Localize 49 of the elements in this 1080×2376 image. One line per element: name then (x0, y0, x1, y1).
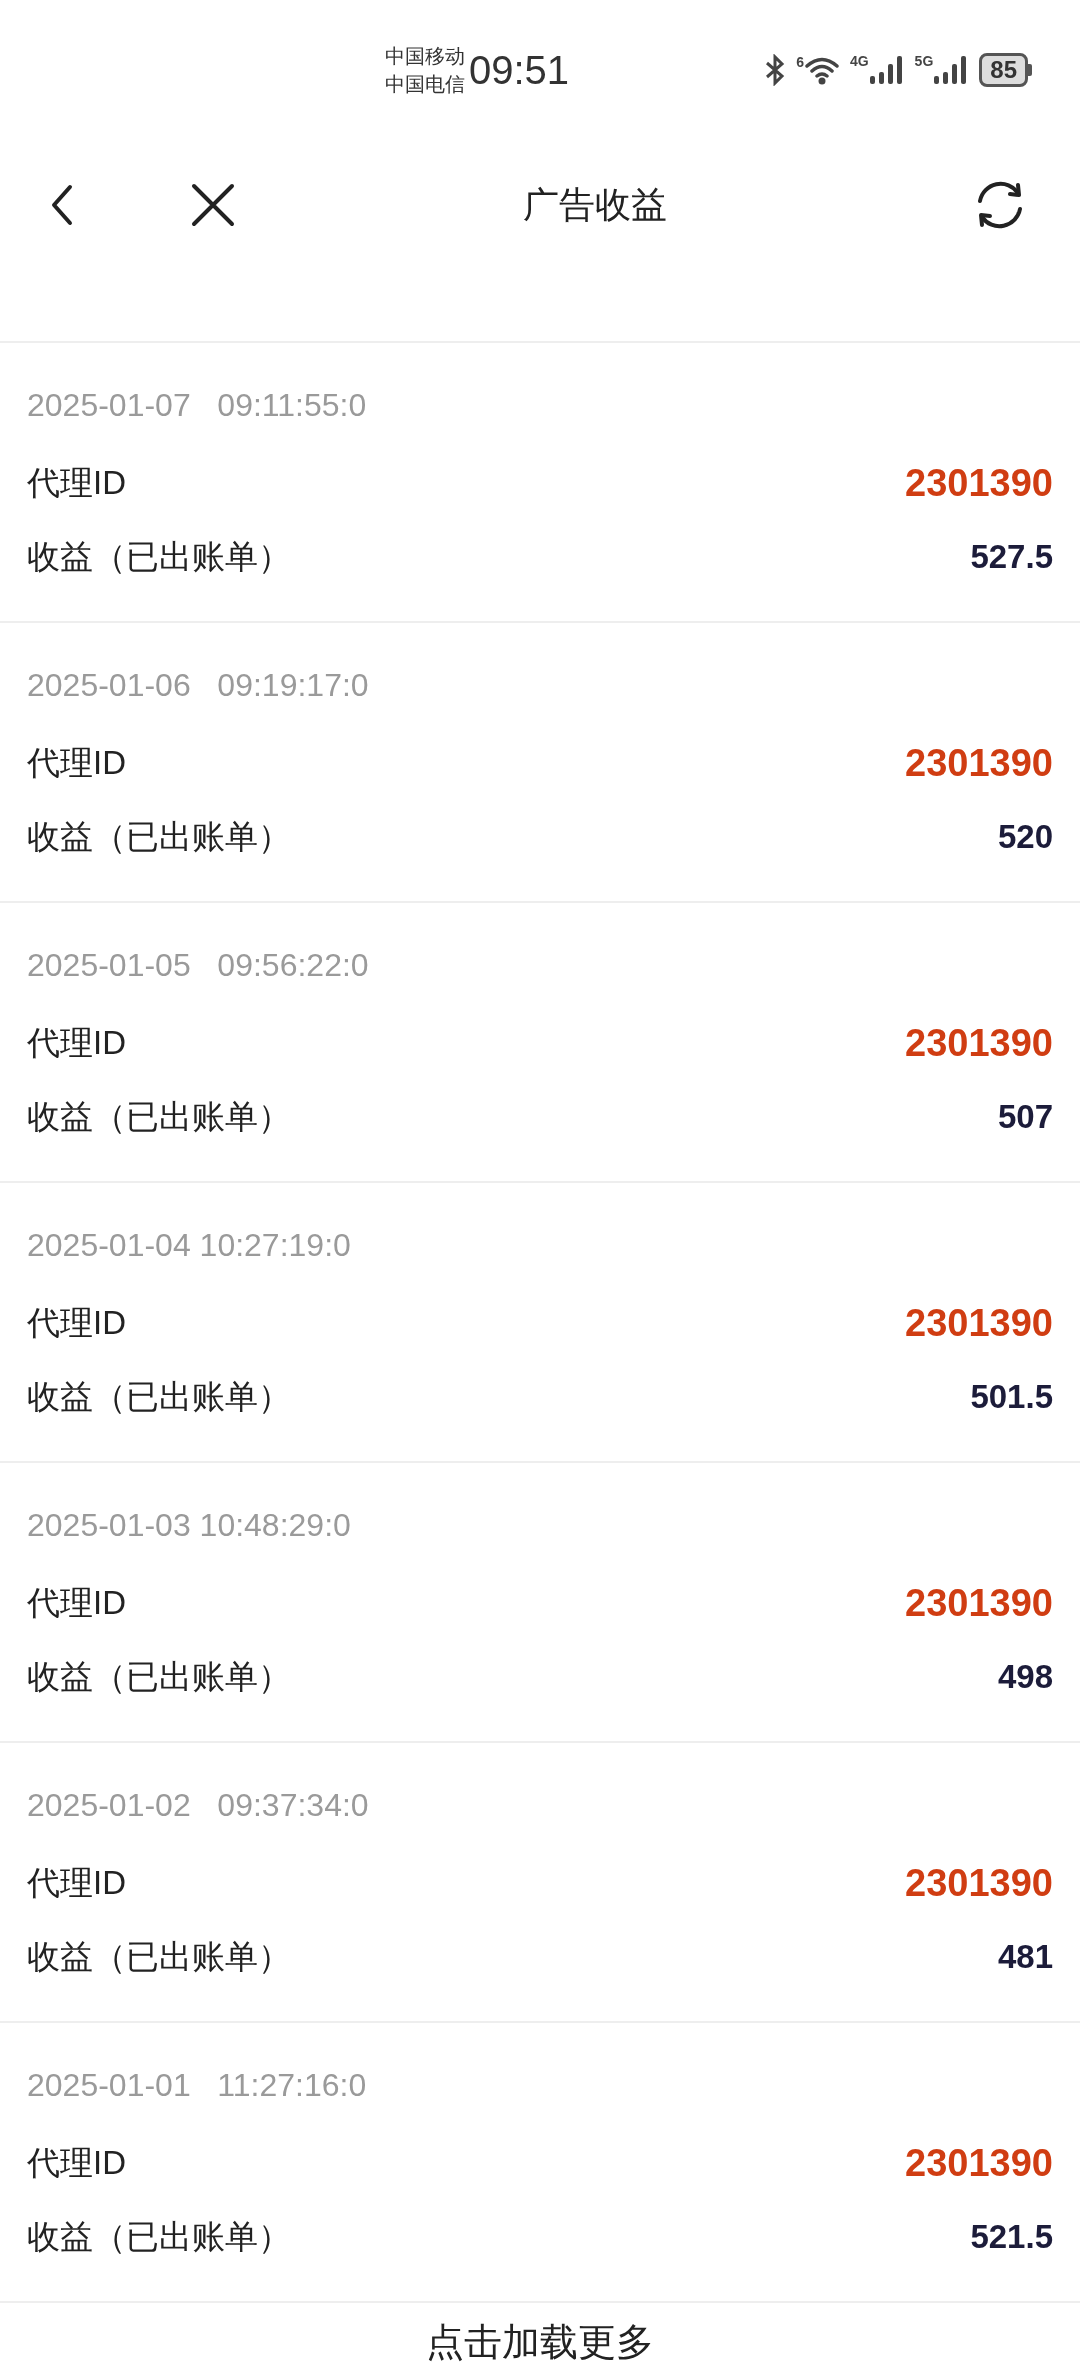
agent-id-label: 代理ID (27, 463, 126, 504)
income-label: 收益（已出账单） (27, 537, 291, 578)
income-label: 收益（已出账单） (27, 1657, 291, 1698)
agent-id-label: 代理ID (27, 1023, 126, 1064)
agent-id-label: 代理ID (27, 743, 126, 784)
close-icon[interactable] (190, 182, 236, 228)
agent-id-value: 2301390 (905, 460, 1053, 506)
income-value: 481 (997, 1937, 1053, 1978)
page-title: 广告收益 (523, 183, 667, 227)
agent-id-value: 2301390 (905, 1020, 1053, 1066)
income-value: 498 (997, 1657, 1053, 1698)
income-label: 收益（已出账单） (27, 1937, 291, 1978)
record-timestamp: 2025-01-06 09:19:17:0 (27, 666, 369, 705)
signal-icon (868, 54, 905, 86)
network-label: 4G (849, 54, 869, 68)
bluetooth-icon (764, 54, 787, 86)
income-value: 521.5 (970, 2217, 1053, 2258)
agent-id-value: 2301390 (905, 1300, 1053, 1346)
agent-id-value: 2301390 (905, 1860, 1053, 1906)
record-timestamp: 2025-01-01 11:27:16:0 (27, 2066, 367, 2105)
agent-id-value: 2301390 (905, 2140, 1053, 2186)
income-value: 520 (997, 817, 1053, 858)
agent-id-label: 代理ID (27, 1303, 126, 1344)
record-timestamp: 2025-01-03 10:48:29:0 (27, 1506, 351, 1545)
income-label: 收益（已出账单） (27, 2217, 291, 2258)
income-value: 527.5 (970, 537, 1053, 578)
income-value: 501.5 (970, 1377, 1053, 1418)
record-timestamp: 2025-01-07 09:11:55:0 (27, 386, 367, 425)
clock-time: 09:51 (469, 47, 570, 94)
load-more-button[interactable]: 点击加载更多 (426, 2317, 654, 2367)
agent-id-label: 代理ID (27, 2143, 126, 2184)
record-timestamp: 2025-01-02 09:37:34:0 (27, 1786, 369, 1825)
income-label: 收益（已出账单） (27, 1377, 291, 1418)
agent-id-value: 2301390 (905, 1580, 1053, 1626)
income-value: 507 (997, 1097, 1053, 1138)
back-icon[interactable] (50, 183, 74, 227)
record-timestamp: 2025-01-04 10:27:19:0 (27, 1226, 351, 1265)
income-label: 收益（已出账单） (27, 817, 291, 858)
carrier-name: 中国电信 (385, 72, 465, 97)
agent-id-label: 代理ID (27, 1863, 126, 1904)
agent-id-label: 代理ID (27, 1583, 126, 1624)
carrier-name: 中国移动 (385, 44, 465, 69)
battery-level: 85 (979, 53, 1028, 87)
agent-id-value: 2301390 (905, 740, 1053, 786)
wifi-icon (803, 55, 840, 85)
income-label: 收益（已出账单） (27, 1097, 291, 1138)
record-timestamp: 2025-01-05 09:56:22:0 (27, 946, 369, 985)
wifi-band-label: 6 (796, 55, 804, 69)
network-label: 5G (914, 54, 934, 68)
